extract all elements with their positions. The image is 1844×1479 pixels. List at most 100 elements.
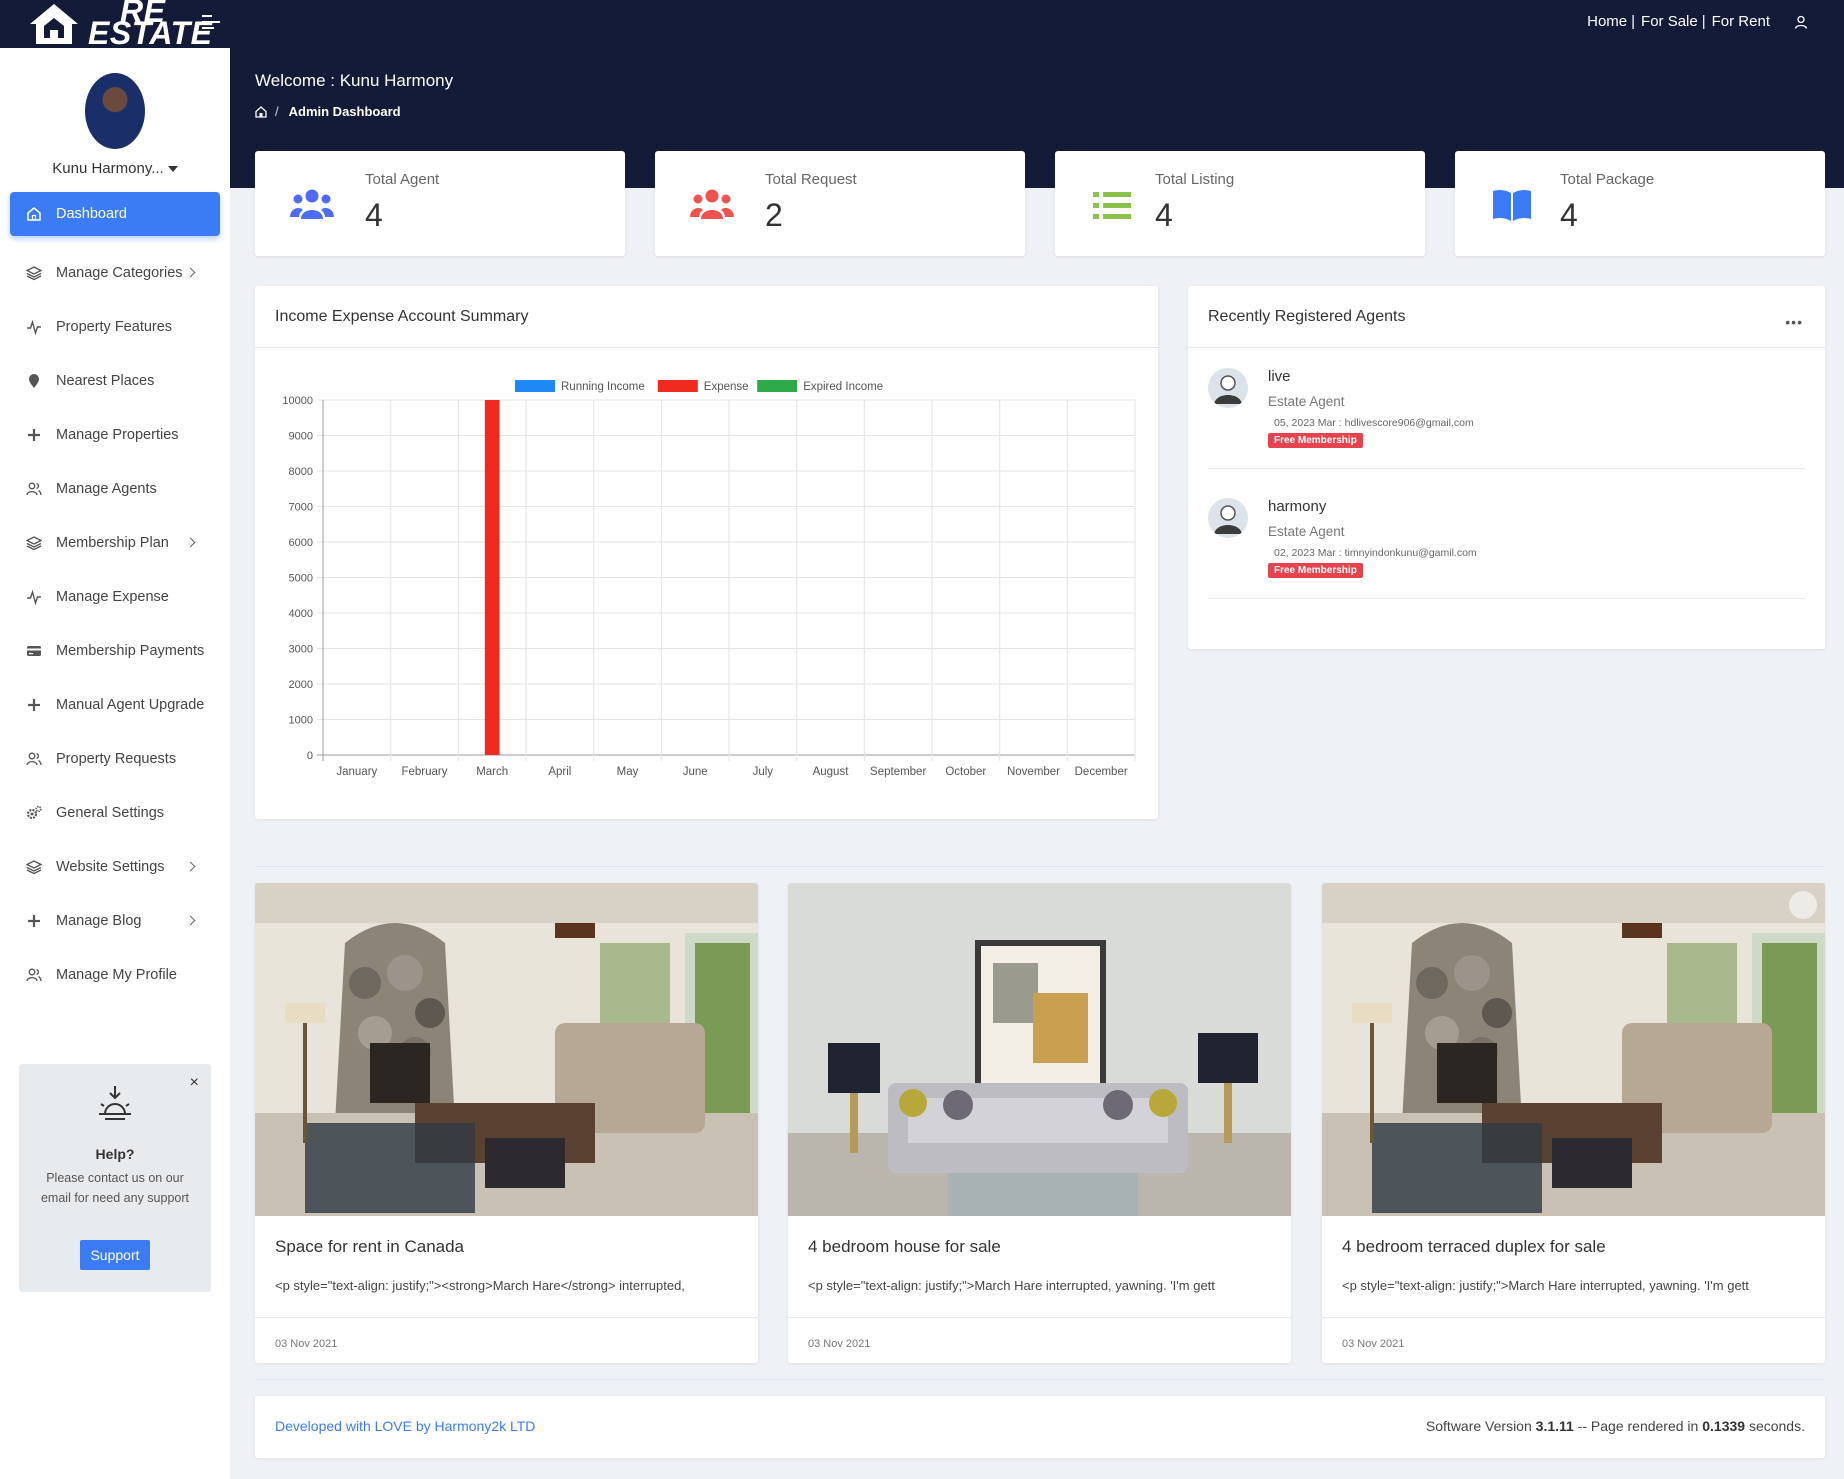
expand-icon[interactable]	[1789, 891, 1817, 919]
agent-divider	[1208, 468, 1805, 469]
home-icon[interactable]	[255, 105, 267, 118]
y-tick-label: 7000	[289, 502, 313, 514]
sidebar-item-label: General Settings	[56, 805, 165, 821]
sidebar-item-manage-agents[interactable]: Manage Agents	[10, 462, 220, 516]
menu-toggle-icon[interactable]	[202, 15, 220, 29]
x-tick-label: August	[813, 766, 850, 778]
sidebar-item-general-settings[interactable]: General Settings	[10, 786, 220, 840]
property-card[interactable]: Space for rent in Canada <p style="text-…	[255, 883, 758, 1363]
nav-home[interactable]: Home	[1587, 13, 1627, 30]
stat-value: 4	[365, 197, 383, 233]
developer-link[interactable]: Developed with LOVE by Harmony2k LTD	[275, 1418, 535, 1434]
property-description: <p style="text-align: justify;">March Ha…	[808, 1278, 1215, 1293]
legend-swatch	[657, 380, 698, 392]
nav-for-sale[interactable]: For Sale	[1641, 13, 1698, 30]
stat-value: 4	[1155, 197, 1173, 233]
property-card[interactable]: 4 bedroom terraced duplex for sale <p st…	[1322, 883, 1825, 1363]
gears-icon	[26, 805, 42, 821]
property-image	[1322, 883, 1825, 1216]
sidebar: Kunu Harmony... Dashboard Manage Categor…	[0, 48, 230, 1479]
more-options-icon[interactable]: •••	[1785, 314, 1803, 330]
sidebar-item-membership-payments[interactable]: Membership Payments	[10, 624, 220, 678]
sidebar-item-membership-plan[interactable]: Membership Plan	[10, 516, 220, 570]
legend-label: Running Income	[561, 381, 645, 393]
agent-meta: 05, 2023 Mar : hdlivescore906@gmail.com	[1274, 417, 1474, 429]
sunrise-icon	[99, 1086, 131, 1120]
brand-logo[interactable]: RE ESTATE	[24, 0, 212, 49]
sidebar-item-label: Website Settings	[56, 859, 165, 875]
sidebar-item-manage-categories[interactable]: Manage Categories	[10, 246, 220, 300]
top-nav: Home | For Sale | For Rent	[1587, 13, 1808, 30]
sidebar-item-manage-properties[interactable]: Manage Properties	[10, 408, 220, 462]
layers-icon	[26, 265, 42, 281]
sidebar-item-label: Manage Properties	[56, 427, 179, 443]
stat-card-total-request[interactable]: Total Request 2	[655, 151, 1025, 256]
sidebar-item-property-requests[interactable]: Property Requests	[10, 732, 220, 786]
sidebar-item-manual-agent-upgrade[interactable]: Manual Agent Upgrade	[10, 678, 220, 732]
brand-bottom: ESTATE	[88, 15, 213, 51]
y-tick-label: 2000	[289, 679, 313, 691]
x-tick-label: November	[1007, 766, 1060, 778]
support-button[interactable]: Support	[80, 1240, 150, 1270]
property-title[interactable]: 4 bedroom house for sale	[808, 1237, 1001, 1257]
y-tick-label: 0	[307, 750, 313, 762]
avatar[interactable]	[85, 73, 145, 149]
property-image	[255, 883, 758, 1216]
sidebar-item-nearest-places[interactable]: Nearest Places	[10, 354, 220, 408]
section-divider	[255, 866, 1824, 867]
x-tick-label: September	[870, 766, 926, 778]
stat-value: 4	[1560, 197, 1578, 233]
x-tick-label: April	[548, 766, 571, 778]
stat-label: Total Listing	[1155, 171, 1235, 188]
caret-down-icon	[167, 166, 178, 173]
income-expense-card: Income Expense Account Summary 0 1000 2000…	[255, 286, 1158, 819]
close-icon[interactable]: ×	[190, 1074, 199, 1092]
x-tick-label: July	[753, 766, 774, 778]
sidebar-item-website-settings[interactable]: Website Settings	[10, 840, 220, 894]
property-image	[788, 883, 1291, 1216]
nav-for-rent[interactable]: For Rent	[1712, 13, 1770, 30]
y-tick-label: 8000	[289, 466, 313, 478]
sidebar-item-label: Property Features	[56, 319, 173, 335]
users-icon	[289, 187, 335, 223]
stat-card-total-agent[interactable]: Total Agent 4	[255, 151, 625, 256]
footer: Developed with LOVE by Harmony2k LTD Sof…	[255, 1396, 1825, 1458]
sidebar-item-dashboard[interactable]: Dashboard	[10, 192, 220, 236]
sidebar-item-manage-blog[interactable]: Manage Blog	[10, 894, 220, 948]
sidebar-item-label: Membership Plan	[56, 535, 169, 551]
legend-swatch	[757, 380, 798, 392]
user-icon[interactable]	[1794, 15, 1808, 29]
layers-icon	[26, 859, 42, 875]
version-number: 3.1.11	[1535, 1418, 1574, 1434]
legend-label: Expense	[704, 381, 749, 393]
sidebar-item-property-features[interactable]: Property Features	[10, 300, 220, 354]
y-tick-label: 3000	[289, 644, 313, 656]
sidebar-item-manage-my-profile[interactable]: Manage My Profile	[10, 948, 220, 1002]
x-tick-label: February	[401, 766, 447, 778]
property-card[interactable]: 4 bedroom house for sale <p style="text-…	[788, 883, 1291, 1363]
sidebar-item-label: Manage Categories	[56, 265, 183, 281]
agents-card-title: Recently Registered Agents	[1188, 286, 1825, 348]
sidebar-menu: Dashboard Manage Categories Property Fea…	[10, 192, 220, 1002]
users-icon	[26, 967, 42, 983]
layers-icon	[26, 535, 42, 551]
property-title[interactable]: 4 bedroom terraced duplex for sale	[1342, 1237, 1606, 1257]
help-box: × Help? Please contact us on our email f…	[19, 1064, 211, 1292]
agent-meta: 02, 2023 Mar : timnyindonkunu@gamil.com	[1274, 547, 1477, 559]
agent-name[interactable]: live	[1268, 368, 1291, 385]
sidebar-item-manage-expense[interactable]: Manage Expense	[10, 570, 220, 624]
stat-card-total-listing[interactable]: Total Listing 4	[1055, 151, 1425, 256]
y-tick-label: 6000	[289, 537, 313, 549]
users-icon	[26, 751, 42, 767]
income-expense-chart: 0 1000 2000 3000 4000 5000 6000 7000 8000 9000 100…	[282, 380, 1136, 778]
stat-card-total-package[interactable]: Total Package 4	[1455, 151, 1825, 256]
x-tick-label: June	[683, 766, 708, 778]
list-icon	[1089, 187, 1135, 223]
agent-name[interactable]: harmony	[1268, 498, 1326, 515]
users-icon	[689, 187, 735, 223]
sidebar-item-label: Manage My Profile	[56, 967, 177, 983]
agent-divider	[1208, 598, 1805, 599]
membership-badge: Free Membership	[1268, 433, 1363, 448]
user-menu[interactable]: Kunu Harmony...	[0, 160, 230, 177]
property-title[interactable]: Space for rent in Canada	[275, 1237, 464, 1257]
